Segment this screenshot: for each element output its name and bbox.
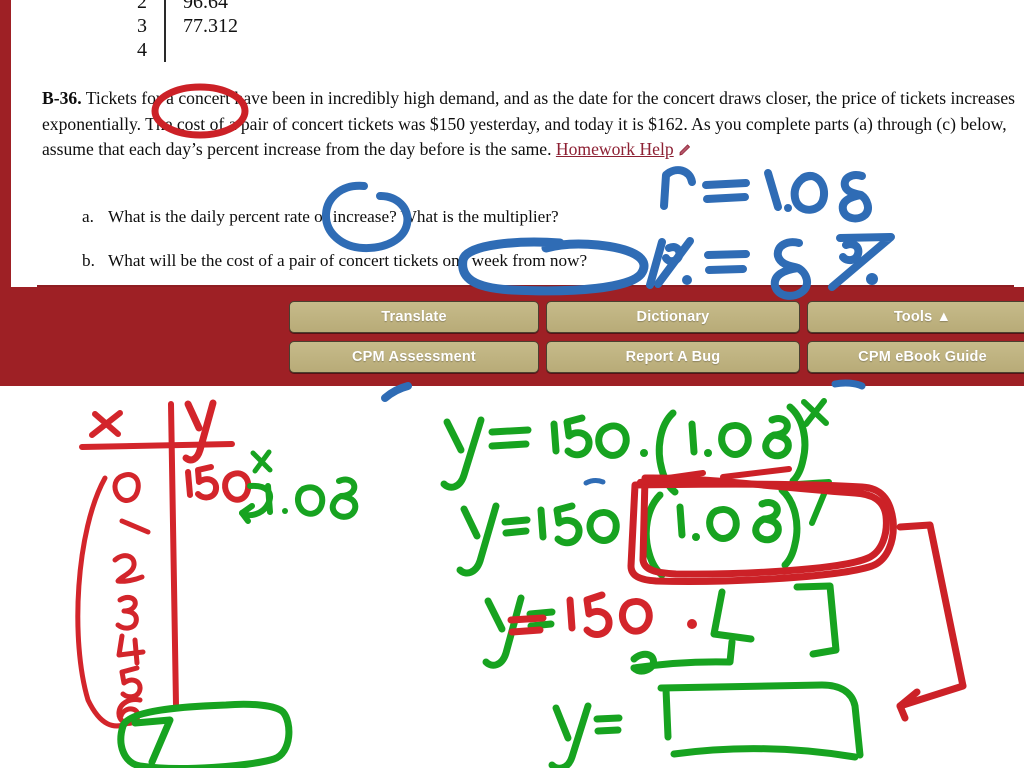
toolbar-button-grid: Translate Dictionary Tools ▲ CPM Assessm… bbox=[289, 301, 1024, 373]
part-text: What is the daily percent rate of increa… bbox=[108, 207, 559, 226]
annotation-table-y-150 bbox=[185, 464, 252, 503]
annotation-table-left-sweep bbox=[75, 475, 133, 729]
problem-part-b: b. What will be the cost of a pair of co… bbox=[82, 250, 982, 272]
annotation-superscript-x bbox=[250, 449, 273, 474]
annotation-big-bracket-arrow bbox=[896, 521, 967, 722]
part-text: What will be the cost of a pair of conce… bbox=[108, 251, 588, 270]
table-row: 2 96.64 bbox=[120, 0, 313, 14]
annotation-r-letter bbox=[630, 638, 736, 675]
annotation-equation-y-150-dot-blank bbox=[482, 594, 556, 669]
annotation-table-axes bbox=[79, 401, 235, 708]
ebook-page-panel: 2 96.64 3 77.312 4 B-36. Tickets for a c… bbox=[0, 0, 1024, 288]
problem-part-a: a. What is the daily percent rate of inc… bbox=[82, 206, 982, 228]
page-left-rail-highlight bbox=[11, 0, 14, 288]
annotation-blue-stroke-under-toolbar bbox=[381, 382, 412, 402]
screenshot-root: 2 96.64 3 77.312 4 B-36. Tickets for a c… bbox=[0, 0, 1024, 768]
dictionary-button[interactable]: Dictionary bbox=[546, 301, 800, 333]
page-body: 2 96.64 3 77.312 4 B-36. Tickets for a c… bbox=[26, 0, 1015, 288]
cpm-ebook-guide-button[interactable]: CPM eBook Guide bbox=[807, 341, 1024, 373]
annotation-box-around-1-08-pow-7 bbox=[627, 474, 897, 585]
problem-parts-list: a. What is the daily percent rate of inc… bbox=[82, 206, 982, 288]
annotation-multiplier-arrow bbox=[239, 482, 273, 524]
annotation-table-x-values bbox=[112, 472, 151, 726]
problem-text: Tickets for a concert have been in incre… bbox=[42, 88, 1015, 159]
problem-paragraph: B-36. Tickets for a concert have been in… bbox=[42, 86, 1024, 163]
table-cell-y: 96.64 bbox=[183, 0, 228, 13]
tools-button[interactable]: Tools ▲ bbox=[807, 301, 1024, 333]
annotation-blank-answer-box bbox=[657, 681, 864, 761]
annotation-equation-exponent-x bbox=[801, 398, 829, 427]
annotation-box-7 bbox=[131, 716, 174, 766]
annotation-blue-tick-mark bbox=[583, 478, 606, 486]
annotation-multiplier-1-08 bbox=[265, 476, 359, 520]
cpm-assessment-button[interactable]: CPM Assessment bbox=[289, 341, 539, 373]
annotation-equation-y-150-1-08-7 bbox=[456, 486, 801, 579]
annotation-150-dot bbox=[507, 591, 697, 638]
pencil-icon bbox=[678, 139, 692, 156]
table-cell-x: 2 bbox=[137, 0, 147, 13]
annotation-final-y-equals bbox=[548, 702, 623, 768]
table-cell-y bbox=[167, 38, 313, 62]
problem-number: B-36. bbox=[42, 88, 82, 108]
part-letter: b. bbox=[82, 251, 95, 270]
ebook-toolbar: Translate Dictionary Tools ▲ CPM Assessm… bbox=[0, 287, 1024, 386]
page-left-rail bbox=[0, 0, 11, 288]
table-cell-x: 3 bbox=[137, 15, 147, 37]
annotation-table-header-y bbox=[182, 399, 217, 464]
homework-help-link[interactable]: Homework Help bbox=[556, 139, 674, 159]
table-row: 3 77.312 bbox=[120, 14, 313, 38]
annotation-table-header-x bbox=[89, 410, 123, 438]
part-letter: a. bbox=[82, 207, 94, 226]
annotation-equation-exponent-7 bbox=[794, 479, 832, 526]
report-a-bug-button[interactable]: Report A Bug bbox=[546, 341, 800, 373]
annotation-blank-bracket-pair bbox=[710, 582, 840, 658]
table-cell-y: 77.312 bbox=[183, 15, 238, 37]
annotation-equation-y-150-1-08-x bbox=[440, 403, 809, 496]
table-cell-x: 4 bbox=[137, 39, 147, 61]
table-row: 4 bbox=[120, 38, 313, 62]
data-table-fragment: 2 96.64 3 77.312 4 bbox=[120, 0, 313, 62]
translate-button[interactable]: Translate bbox=[289, 301, 539, 333]
annotation-box-lead-lines bbox=[637, 466, 792, 485]
annotation-green-enclosure-left bbox=[117, 700, 293, 768]
